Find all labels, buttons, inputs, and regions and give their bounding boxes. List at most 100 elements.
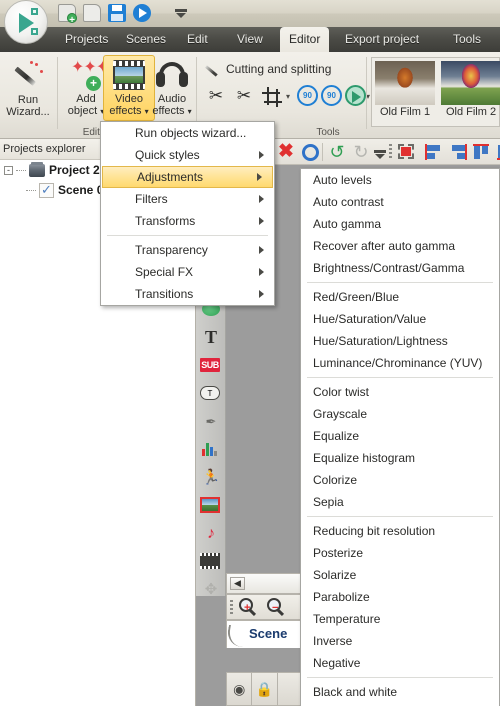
rotate-left-button[interactable]: 90 <box>296 84 320 108</box>
cut-button[interactable]: ✂ <box>204 84 228 108</box>
callout-icon[interactable]: T <box>200 382 222 404</box>
video-effects-menu: Run objects wizard... Quick styles Adjus… <box>100 121 275 306</box>
menu-item-transforms[interactable]: Transforms <box>101 210 274 232</box>
menu-item-quick-styles[interactable]: Quick styles <box>101 144 274 166</box>
crop-button[interactable] <box>260 84 284 108</box>
logo-square-top <box>31 8 38 15</box>
run-wizard-button[interactable]: Run Wizard... <box>2 55 54 121</box>
submenu-item-red-green-blue[interactable]: Red/Green/Blue <box>301 286 499 308</box>
scissors-icon: ✂ <box>208 86 224 105</box>
align-bottom-icon[interactable] <box>496 142 500 162</box>
submenu-item-auto-gamma[interactable]: Auto gamma <box>301 213 499 235</box>
select-all-icon[interactable] <box>396 142 416 162</box>
submenu-item-hue-saturation-value[interactable]: Hue/Saturation/Value <box>301 308 499 330</box>
submenu-item-parabolize[interactable]: Parabolize <box>301 586 499 608</box>
open-document-icon[interactable] <box>83 4 101 22</box>
zoom-in-button[interactable]: + <box>239 598 259 618</box>
split-button[interactable]: ✂ <box>232 84 256 108</box>
subtitle-icon[interactable]: SUB <box>200 354 222 376</box>
submenu-item-reducing-bit-resolution[interactable]: Reducing bit resolution <box>301 520 499 542</box>
menu-item-transparency[interactable]: Transparency <box>101 239 274 261</box>
chevron-right-icon <box>259 217 264 225</box>
submenu-item-auto-levels[interactable]: Auto levels <box>301 169 499 191</box>
app-logo[interactable] <box>4 0 48 44</box>
zoom-out-button[interactable]: − <box>267 598 287 618</box>
effect-thumbnail-old-film-1[interactable]: Old Film 1 <box>375 61 435 118</box>
video-effects-icon <box>112 60 146 92</box>
move-icon[interactable]: ✥ <box>200 578 222 600</box>
tab-edit[interactable]: Edit <box>178 27 217 52</box>
crop-dropdown-icon[interactable]: ▾ <box>286 92 290 101</box>
wand-icon <box>11 60 45 92</box>
menu-item-filters[interactable]: Filters <box>101 188 274 210</box>
tab-editor[interactable]: Editor <box>280 27 330 52</box>
submenu-item-luminance-chrominance-yuv[interactable]: Luminance/Chrominance (YUV) <box>301 352 499 374</box>
toolbar-grip[interactable] <box>389 144 392 160</box>
menu-item-transitions[interactable]: Transitions <box>101 283 274 305</box>
delete-icon[interactable]: ✖ <box>276 142 296 162</box>
audio-object-icon[interactable]: ♪ <box>200 522 222 544</box>
play-icon[interactable] <box>133 4 151 22</box>
submenu-item-brightness-contrast-gamma[interactable]: Brightness/Contrast/Gamma <box>301 257 499 279</box>
zoom-toolbar-grip[interactable] <box>230 600 233 616</box>
animation-icon[interactable]: 🏃 <box>200 466 222 488</box>
submenu-item-solarize[interactable]: Solarize <box>301 564 499 586</box>
submenu-item-recover-after-auto-gamma[interactable]: Recover after auto gamma <box>301 235 499 257</box>
effect-thumbnail-old-film-2[interactable]: Old Film 2 <box>441 61 500 118</box>
submenu-item-colorize[interactable]: Colorize <box>301 469 499 491</box>
save-icon[interactable] <box>108 4 126 22</box>
tab-view[interactable]: View <box>228 27 272 52</box>
toolbar-overflow-icon[interactable] <box>371 145 386 159</box>
redo-icon[interactable]: ↻ <box>351 142 371 162</box>
chevron-right-icon <box>259 290 264 298</box>
horizontal-scrollbar[interactable]: ◀ <box>226 573 304 594</box>
scene-tab[interactable]: Scene <box>225 620 304 648</box>
lock-icon[interactable]: 🔒 <box>252 673 278 705</box>
submenu-separator <box>307 377 493 378</box>
customize-toolbar-icon[interactable] <box>172 4 190 22</box>
audio-effects-button[interactable]: Audio effects ▾ <box>146 55 198 121</box>
submenu-item-black-and-white[interactable]: Black and white <box>301 681 499 703</box>
zoom-in-icon: + <box>239 598 253 614</box>
text-icon[interactable]: T <box>200 326 222 348</box>
submenu-item-inverse[interactable]: Inverse <box>301 630 499 652</box>
pen-icon[interactable]: ✒ <box>200 410 222 432</box>
submenu-item-negative[interactable]: Negative <box>301 652 499 674</box>
submenu-item-color-twist[interactable]: Color twist <box>301 381 499 403</box>
old-film-2-preview <box>441 61 500 105</box>
menu-item-special-fx[interactable]: Special FX <box>101 261 274 283</box>
tab-scenes[interactable]: Scenes <box>117 27 175 52</box>
application-window: Projects Scenes Edit View Editor Export … <box>0 0 500 706</box>
old-film-2-caption: Old Film 2 <box>445 106 497 118</box>
submenu-item-hue-saturation-lightness[interactable]: Hue/Saturation/Lightness <box>301 330 499 352</box>
audio-effects-label: Audio effects ▾ <box>152 93 192 117</box>
tab-projects[interactable]: Projects <box>56 27 117 52</box>
new-project-icon[interactable] <box>58 4 77 26</box>
video-object-icon[interactable] <box>200 550 222 572</box>
expander-icon[interactable]: - <box>4 165 13 175</box>
visibility-eye-icon[interactable]: ◉ <box>227 673 253 705</box>
submenu-item-equalize-histogram[interactable]: Equalize histogram <box>301 447 499 469</box>
scroll-left-icon[interactable]: ◀ <box>230 577 245 590</box>
histogram-icon[interactable] <box>200 438 222 460</box>
select-icon[interactable] <box>300 142 320 162</box>
submenu-item-sepia[interactable]: Sepia <box>301 491 499 513</box>
align-left-icon[interactable] <box>424 142 444 162</box>
tab-tools[interactable]: Tools <box>444 27 490 52</box>
menu-item-run-objects-wizard[interactable]: Run objects wizard... <box>101 122 274 144</box>
align-top-icon[interactable] <box>472 142 492 162</box>
submenu-item-auto-contrast[interactable]: Auto contrast <box>301 191 499 213</box>
tab-export-project[interactable]: Export project <box>336 27 428 52</box>
submenu-item-grayscale[interactable]: Grayscale <box>301 403 499 425</box>
undo-icon[interactable]: ↺ <box>327 142 347 162</box>
image-object-icon[interactable] <box>200 494 222 516</box>
align-right-icon[interactable] <box>448 142 468 162</box>
free-rotate-button[interactable] <box>344 84 368 108</box>
submenu-item-posterize[interactable]: Posterize <box>301 542 499 564</box>
submenu-item-temperature[interactable]: Temperature <box>301 608 499 630</box>
submenu-item-equalize[interactable]: Equalize <box>301 425 499 447</box>
rotate-right-button[interactable]: 90 <box>320 84 344 108</box>
object-tool-column: T SUB T ✒ 🏃 ♪ ✥ <box>196 296 226 598</box>
menu-item-adjustments[interactable]: Adjustments <box>102 166 273 188</box>
ribbon-separator-2 <box>196 57 197 129</box>
